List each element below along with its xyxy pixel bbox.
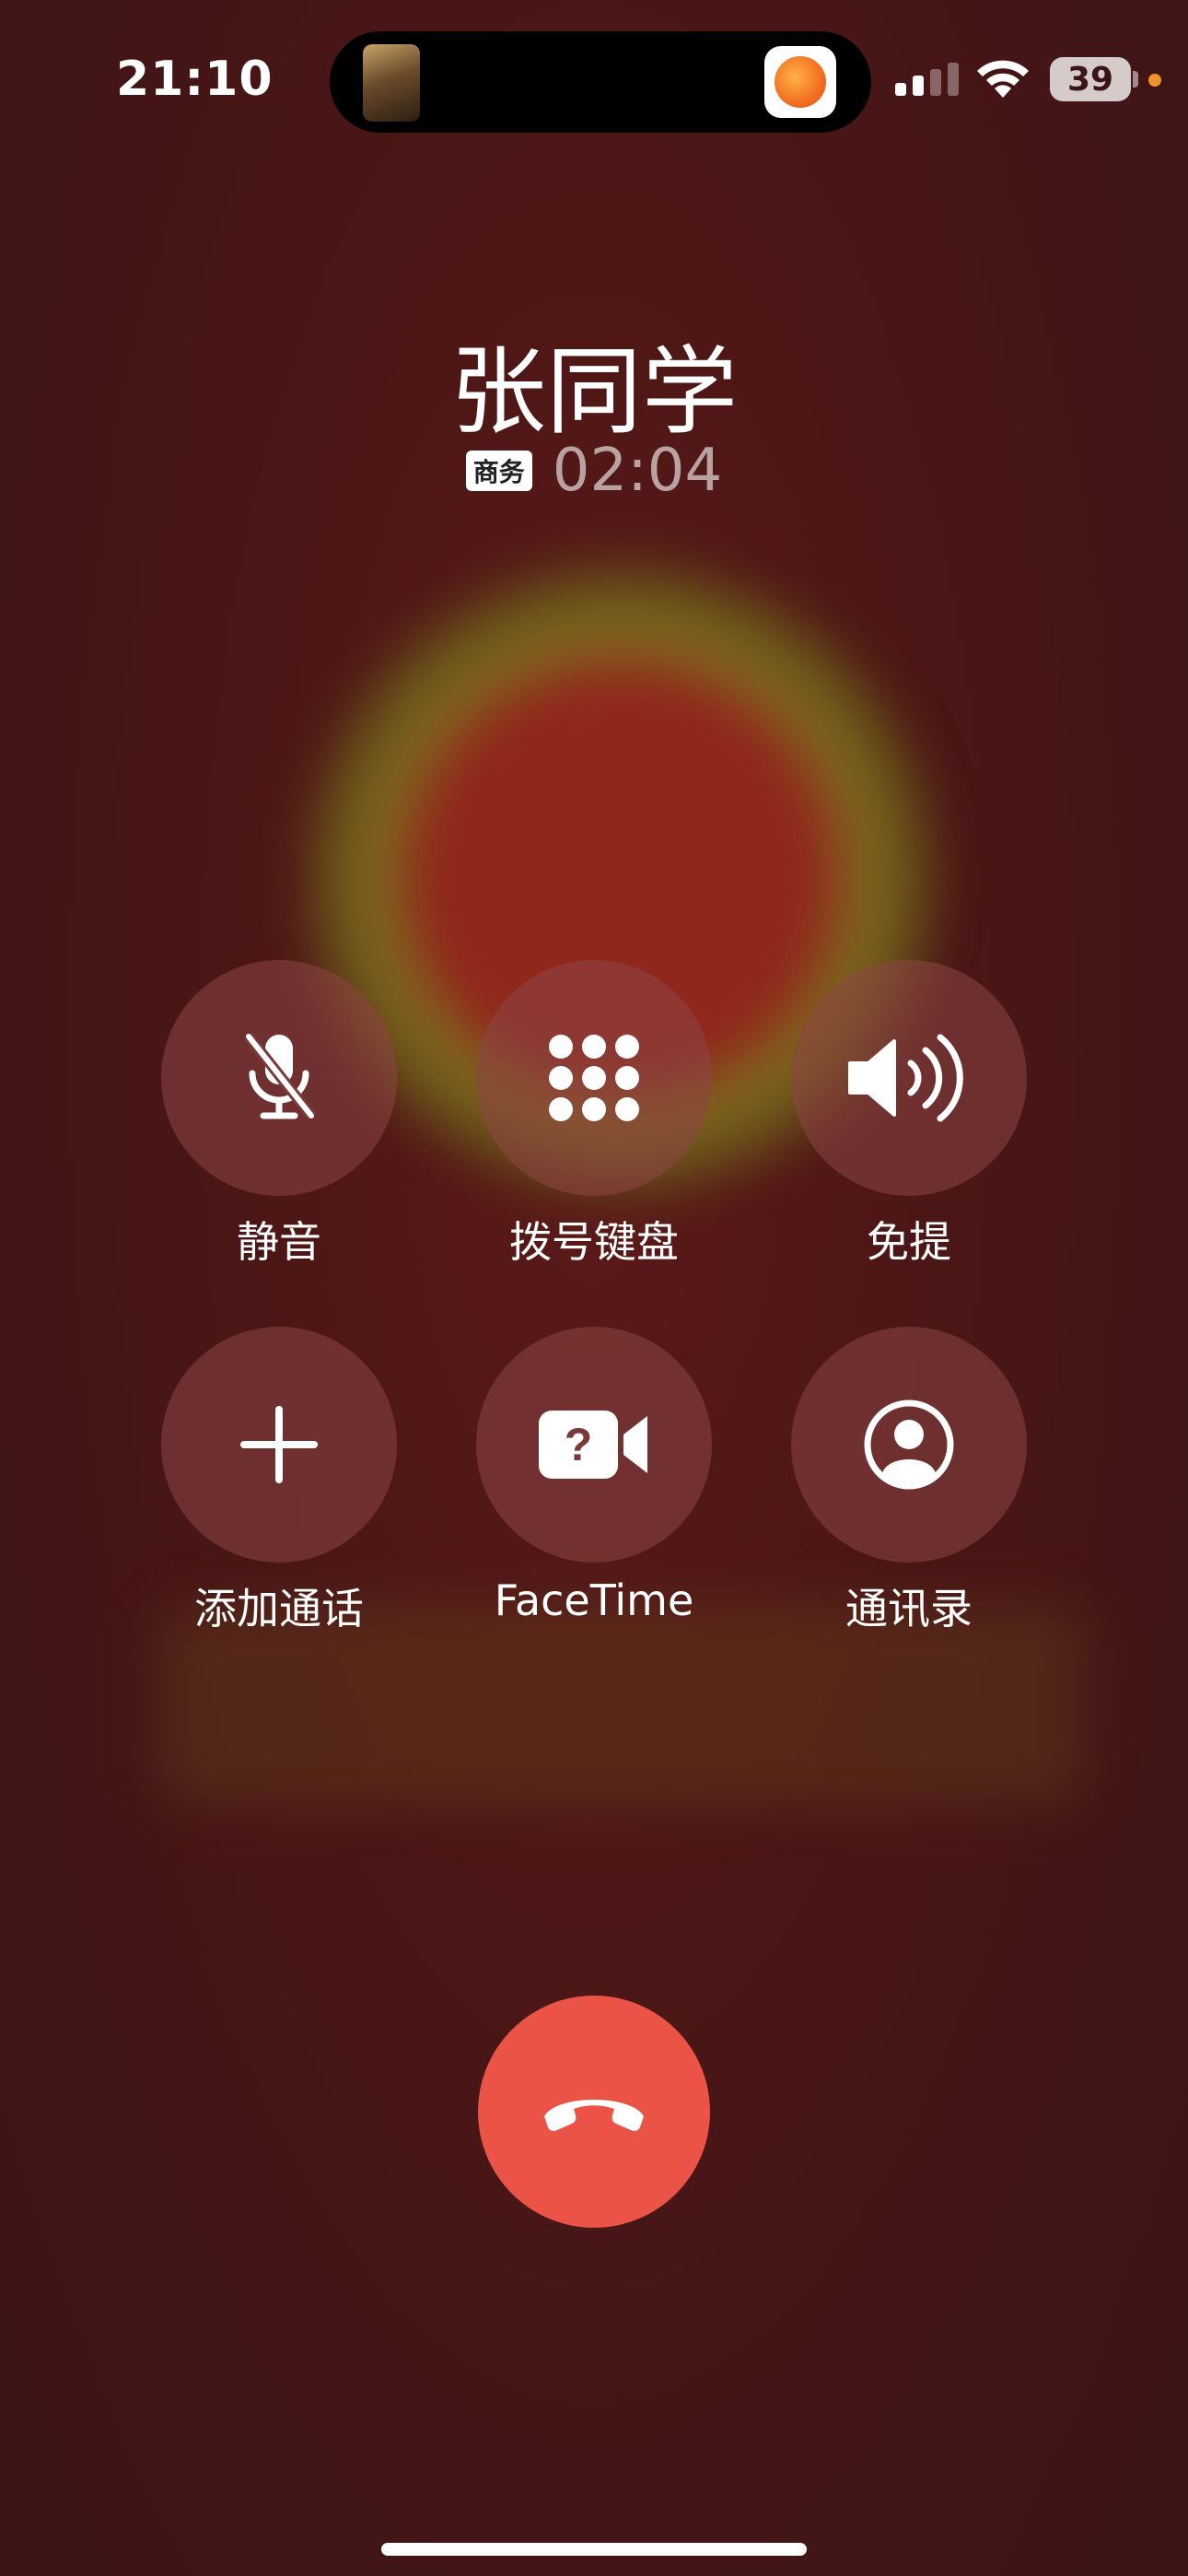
privacy-indicator-dot — [1148, 74, 1161, 87]
add-call-button[interactable] — [161, 1327, 397, 1563]
facetime-button[interactable]: ? — [476, 1327, 712, 1563]
facetime-unknown-icon: ? — [539, 1411, 647, 1479]
cellular-signal-icon — [895, 63, 959, 96]
call-meta: 商务 02:04 — [0, 437, 1188, 505]
mute-button[interactable] — [161, 960, 397, 1196]
status-time: 21:10 — [116, 52, 274, 107]
battery-tip — [1133, 71, 1138, 88]
wifi-icon — [977, 60, 1029, 98]
mute-label: 静音 — [237, 1217, 321, 1267]
contacts-button[interactable] — [791, 1327, 1027, 1563]
end-call-icon — [544, 2100, 644, 2131]
speaker-label: 免提 — [867, 1217, 951, 1267]
keypad-label: 拨号键盘 — [509, 1217, 679, 1267]
battery-indicator: 39 — [1050, 57, 1131, 101]
svg-text:?: ? — [565, 1419, 593, 1470]
speaker-icon — [848, 1034, 963, 1122]
mic-slash-icon — [244, 1033, 316, 1119]
caller-name: 张同学 — [449, 335, 738, 448]
dynamic-island[interactable] — [330, 31, 871, 133]
home-indicator[interactable] — [381, 2543, 807, 2556]
contact-icon — [864, 1399, 954, 1490]
now-playing-thumbnail[interactable] — [363, 44, 420, 122]
caller-tag-badge: 商务 — [465, 451, 532, 491]
keypad-button[interactable] — [476, 960, 712, 1196]
facetime-label: FaceTime — [494, 1575, 694, 1625]
speaker-button[interactable] — [791, 960, 1027, 1196]
call-duration: 02:04 — [552, 437, 723, 505]
keypad-icon — [549, 1035, 639, 1121]
app-icon[interactable] — [764, 46, 836, 118]
plus-icon — [240, 1406, 318, 1483]
end-call-button[interactable] — [478, 1996, 710, 2228]
contacts-label: 通讯录 — [845, 1584, 973, 1633]
add-call-label: 添加通话 — [194, 1584, 364, 1633]
